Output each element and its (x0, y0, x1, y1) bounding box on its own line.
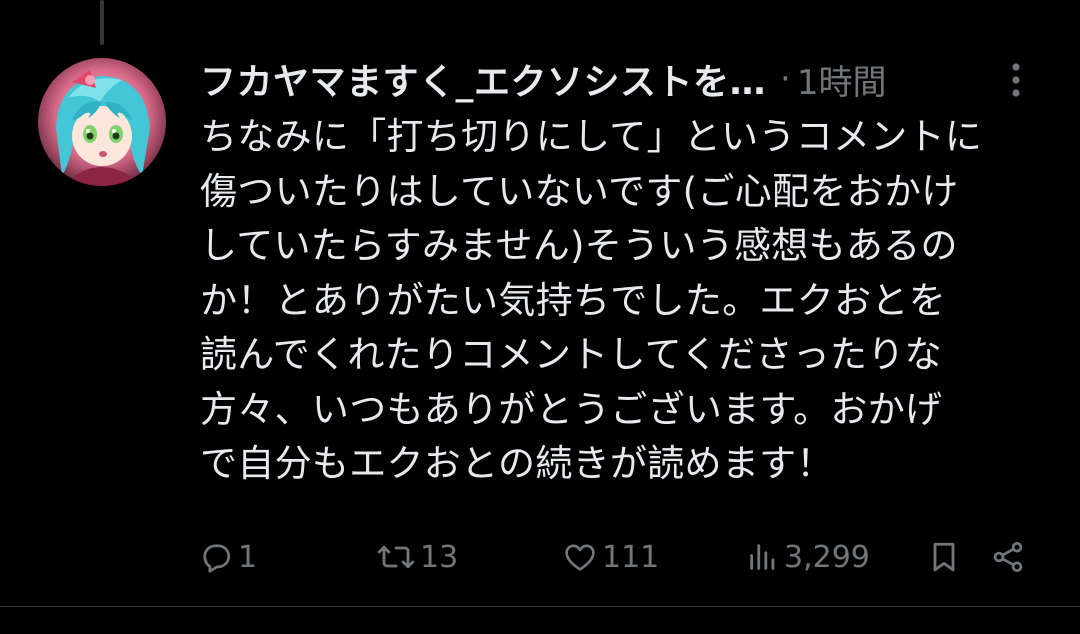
tweet-text-line: していたらすみません)そういう感想もあるの (200, 224, 958, 267)
views-chart-icon (750, 544, 775, 570)
action-bar: 1 13 111 3,299 (0, 534, 1080, 580)
reply-button[interactable]: 1 (198, 534, 257, 580)
header-separator: · (780, 59, 791, 99)
avatar[interactable] (38, 58, 166, 186)
thread-connector-line (100, 0, 104, 45)
tweet-text-line: 方々、いつもありがとうございます。おかげ (200, 387, 943, 431)
views-count: 3,299 (784, 539, 870, 575)
tweet-text-line: 傷ついたりはしていないです(ご心配をおかけ (200, 169, 959, 213)
bookmark-icon (933, 542, 955, 572)
retweet-icon (377, 545, 415, 569)
share-button[interactable] (990, 534, 1026, 580)
tweet-text-line: 読んでくれたりコメントしてくださったりな (200, 333, 942, 376)
reply-icon (203, 544, 231, 573)
views-button[interactable]: 3,299 (746, 534, 870, 580)
heart-icon (565, 544, 595, 571)
retweet-count: 13 (420, 539, 459, 575)
share-icon (993, 542, 1023, 572)
bookmark-button[interactable] (926, 534, 962, 580)
tweet-text-line: か！とありがたい気持ちでした。エクおとを (200, 278, 946, 322)
more-vertical-icon (1012, 63, 1020, 97)
timestamp[interactable]: 1時間 (797, 55, 887, 104)
display-name[interactable]: フカヤマますく_エクソシストを… (200, 53, 766, 105)
tweet-header: フカヤマますく_エクソシストを… · 1時間 (200, 53, 1040, 105)
reply-count: 1 (238, 539, 258, 575)
tweet-text-line: で自分もエクおとの続きが読めます！ (200, 442, 834, 485)
avatar-anime-character-icon (38, 58, 166, 186)
more-options-button[interactable] (996, 58, 1036, 102)
divider (0, 606, 1080, 607)
tweet-text: ちなみに「打ち切りにして」というコメントに 傷ついたりはしていないです(ご心配をお… (200, 110, 1050, 492)
like-button[interactable]: 111 (562, 534, 659, 580)
like-count: 111 (602, 539, 660, 575)
retweet-button[interactable]: 13 (376, 534, 458, 580)
tweet-text-line: ちなみに「打ち切りにして」というコメントに (200, 115, 983, 158)
